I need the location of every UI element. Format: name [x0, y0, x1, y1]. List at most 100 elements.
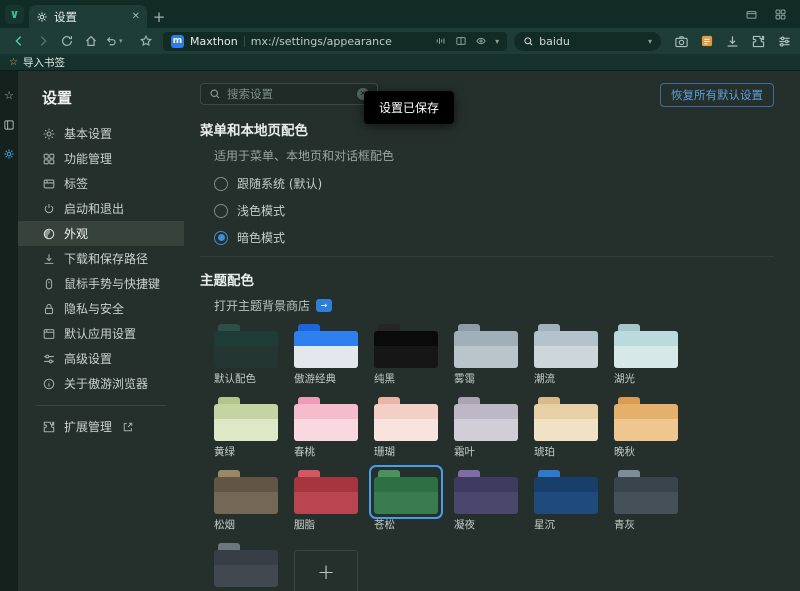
power-icon	[42, 202, 56, 216]
favorite-star-button[interactable]	[135, 31, 156, 52]
strip-favorites-star-icon[interactable]: ☆	[4, 89, 14, 102]
forward-icon	[36, 34, 50, 48]
theme-swatch-lake[interactable]: 湖光	[614, 324, 678, 386]
settings-search-box[interactable]: ✕	[200, 83, 378, 105]
lock-icon	[42, 302, 56, 316]
theme-swatch-pure-black[interactable]: 纯黑	[374, 324, 438, 386]
theme-store-link[interactable]: 打开主题背景商店 →	[214, 297, 774, 314]
radio-dark-mode[interactable]: 暗色模式	[214, 229, 774, 246]
browser-window: ∨ 设置 ✕ + ▾ m Maxthon mx://settings/appea…	[0, 0, 800, 591]
add-theme-button[interactable]: +	[294, 550, 358, 591]
back-button[interactable]	[8, 31, 29, 52]
theme-swatch-late-autumn[interactable]: 晚秋	[614, 397, 678, 459]
sidebar-item-tabs[interactable]: 标签	[18, 171, 184, 196]
address-caret-down-icon[interactable]: ▾	[495, 37, 499, 46]
sidebar-item-downloads[interactable]: 下载和保存路径	[18, 246, 184, 271]
theme-swatch-classic[interactable]: 傲游经典	[294, 324, 358, 386]
main-menu-sliders-icon[interactable]	[777, 34, 792, 49]
address-url-text[interactable]: mx://settings/appearance	[251, 35, 392, 48]
settings-search-input[interactable]	[227, 87, 351, 101]
split-screen-icon[interactable]	[455, 35, 467, 47]
sidebar-item-extensions[interactable]: 扩展管理	[18, 414, 184, 439]
extensions-puzzle-icon[interactable]	[751, 34, 766, 49]
mouse-icon	[42, 277, 56, 291]
sidebar-item-appearance[interactable]: 外观	[18, 221, 184, 246]
screenshot-camera-icon[interactable]	[674, 34, 689, 49]
theme-swatch-coral[interactable]: 珊瑚	[374, 397, 438, 459]
new-tab-button[interactable]: +	[147, 5, 171, 28]
browser-tab-settings[interactable]: 设置 ✕	[29, 5, 147, 28]
info-icon	[42, 377, 56, 391]
strip-panels-icon[interactable]	[3, 119, 15, 131]
theme-add-tile[interactable]: +	[294, 543, 358, 591]
sidebar-item-label: 高级设置	[64, 350, 112, 367]
workspace-grid-icon[interactable]	[774, 8, 787, 21]
radio-light-mode[interactable]: 浅色模式	[214, 202, 774, 219]
theme-store-link-label: 打开主题背景商店	[214, 297, 310, 314]
bookmarks-bar: ☆ 导入书签	[0, 54, 800, 71]
downloads-icon[interactable]	[725, 34, 740, 49]
theme-swatch-pale-pine[interactable]: 苍松	[374, 470, 438, 532]
plus-icon: +	[317, 560, 335, 584]
window-restore-icon[interactable]	[745, 8, 758, 21]
theme-swatch-night[interactable]: 凝夜	[454, 470, 518, 532]
home-button[interactable]	[80, 31, 101, 52]
section-description: 适用于菜单、本地页和对话框配色	[214, 147, 774, 164]
sidebar-item-label: 外观	[64, 225, 88, 242]
theme-swatch-pine-smoke[interactable]: 松烟	[214, 470, 278, 532]
undo-closed-tab-button[interactable]: ▾	[104, 31, 132, 52]
theme-swatch-frost-leaf[interactable]: 霜叶	[454, 397, 518, 459]
theme-swatch-default[interactable]: 默认配色	[214, 324, 278, 386]
sidebar-item-basic[interactable]: 基本设置	[18, 121, 184, 146]
theme-swatch-yellow-green[interactable]: 黄绿	[214, 397, 278, 459]
theme-swatch-amber[interactable]: 琥珀	[534, 397, 598, 459]
sidebar-item-label: 鼠标手势与快捷键	[64, 275, 160, 292]
sidebar-item-about[interactable]: 关于傲游浏览器	[18, 371, 184, 396]
search-caret-down-icon[interactable]: ▾	[648, 37, 652, 46]
sidebar-item-privacy[interactable]: 隐私与安全	[18, 296, 184, 321]
sidebar-item-label: 默认应用设置	[64, 325, 136, 342]
radio-icon	[214, 177, 228, 191]
notes-icon[interactable]	[700, 34, 714, 48]
theme-swatch-mist[interactable]: 雾霭	[454, 324, 518, 386]
theme-swatch-blue-gray[interactable]: 青灰	[614, 470, 678, 532]
puzzle-icon	[42, 420, 56, 434]
app-window-icon	[42, 327, 56, 341]
tab-icon	[42, 177, 56, 191]
page-title: 设置	[18, 85, 184, 121]
settings-favicon-gear-icon	[36, 11, 48, 23]
restore-defaults-button[interactable]: 恢复所有默认设置	[660, 83, 774, 107]
main-area: ☆ 设置 基本设置 功能管理 标签	[0, 71, 800, 591]
theme-swatch-dark-night[interactable]: 暗夜	[214, 543, 278, 591]
sidebar-item-gestures[interactable]: 鼠标手势与快捷键	[18, 271, 184, 296]
radio-label: 浅色模式	[237, 202, 285, 219]
import-bookmarks-item[interactable]: 导入书签	[23, 55, 65, 70]
strip-settings-gear-icon[interactable]	[3, 148, 15, 160]
refresh-button[interactable]	[56, 31, 77, 52]
back-icon	[12, 34, 26, 48]
menu-color-section: 菜单和本地页配色 适用于菜单、本地页和对话框配色 跟随系统 (默认) 浅色模式	[200, 119, 774, 246]
sidebar-item-default-apps[interactable]: 默认应用设置	[18, 321, 184, 346]
maxthon-menu-button[interactable]: ∨	[5, 5, 24, 24]
sidebar-item-label: 隐私与安全	[64, 300, 124, 317]
theme-swatch-rouge[interactable]: 胭脂	[294, 470, 358, 532]
address-bar[interactable]: m Maxthon mx://settings/appearance ▾	[163, 32, 507, 51]
sidebar-item-startup[interactable]: 启动和退出	[18, 196, 184, 221]
quick-search-box[interactable]: baidu ▾	[514, 32, 661, 51]
theme-swatch-star-sink[interactable]: 星沉	[534, 470, 598, 532]
theme-store-arrow-icon: →	[316, 299, 332, 312]
forward-button[interactable]	[32, 31, 53, 52]
theme-swatch-grid: 默认配色 傲游经典 纯黑 雾霭 潮流 湖光 黄绿 春桃 珊瑚 霜叶 琥珀 晚秋	[214, 324, 774, 591]
settings-sidebar: 设置 基本设置 功能管理 标签 启动和退出	[18, 71, 184, 591]
radio-label: 暗色模式	[237, 229, 285, 246]
read-aloud-icon[interactable]	[435, 35, 447, 47]
theme-swatch-tide[interactable]: 潮流	[534, 324, 598, 386]
sidebar-item-label: 启动和退出	[64, 200, 124, 217]
tab-close-icon[interactable]: ✕	[132, 11, 140, 22]
radio-follow-system[interactable]: 跟随系统 (默认)	[214, 175, 774, 192]
sidebar-item-features[interactable]: 功能管理	[18, 146, 184, 171]
radio-icon	[214, 204, 228, 218]
theme-swatch-peach[interactable]: 春桃	[294, 397, 358, 459]
page-tools-icon[interactable]	[475, 35, 487, 47]
sidebar-item-advanced[interactable]: 高级设置	[18, 346, 184, 371]
